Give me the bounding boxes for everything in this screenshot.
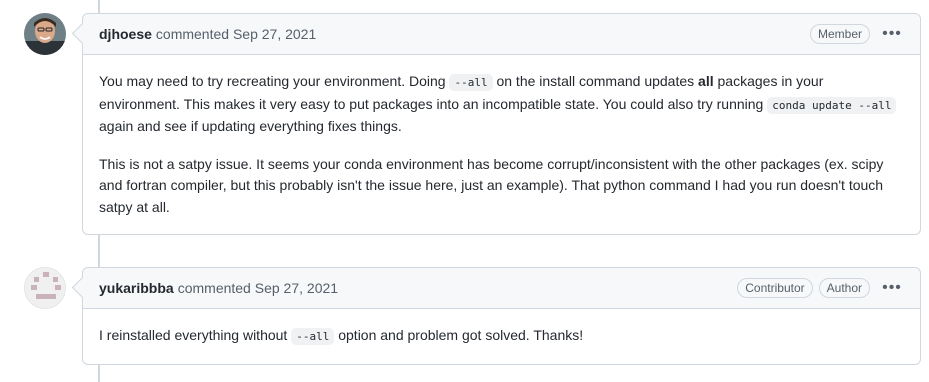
contributor-badge: Contributor (737, 278, 813, 298)
kebab-horizontal-icon[interactable]: ••• (878, 278, 906, 298)
identicon-avatar[interactable] (24, 267, 66, 309)
comment-header: yukaribbba commented Sep 27, 2021 Contri… (83, 268, 920, 309)
inline-code: --all (291, 328, 335, 345)
comment-header: djhoese commented Sep 27, 2021 Member ••… (83, 14, 920, 55)
comment-paragraph: I reinstalled everything without --all o… (99, 327, 584, 345)
inline-code: conda update --all (767, 96, 897, 114)
comment-paragraph: This is not a satpy issue. It seems your… (99, 155, 884, 215)
comment-paragraph: You may need to try recreating your envi… (99, 71, 904, 138)
avatar[interactable] (24, 13, 66, 55)
comment-action: commented (155, 26, 230, 42)
kebab-horizontal-icon[interactable]: ••• (878, 24, 906, 44)
comment-body: I reinstalled everything without --all o… (83, 309, 920, 364)
comment-body: You may need to try recreating your envi… (83, 55, 920, 234)
comment-action: commented (177, 280, 251, 296)
author-badge: Author (818, 278, 870, 298)
comment-box: djhoese commented Sep 27, 2021 Member ••… (82, 13, 921, 235)
member-badge: Member (809, 24, 870, 44)
inline-code: --all (449, 74, 493, 91)
bold-text: all (698, 73, 714, 89)
comment-date[interactable]: Sep 27, 2021 (255, 280, 338, 296)
author-link[interactable]: djhoese (99, 26, 152, 42)
author-link[interactable]: yukaribbba (99, 280, 174, 296)
comment-box: yukaribbba commented Sep 27, 2021 Contri… (82, 267, 921, 365)
comment-date[interactable]: Sep 27, 2021 (233, 26, 316, 42)
